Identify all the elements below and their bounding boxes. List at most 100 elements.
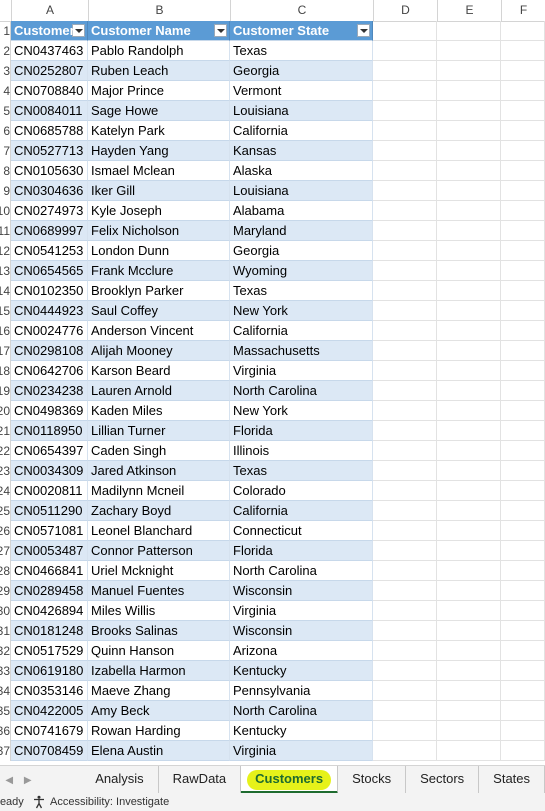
cell[interactable] xyxy=(501,561,545,581)
cell-customer-name[interactable]: Rowan Harding xyxy=(88,721,230,741)
row-number[interactable]: 4 xyxy=(0,81,11,101)
cell-customer-id[interactable]: CN0642706 xyxy=(11,361,88,381)
cell-customer-name[interactable]: Jared Atkinson xyxy=(88,461,230,481)
cell[interactable] xyxy=(373,121,437,141)
cell-customer-state[interactable]: Florida xyxy=(230,421,373,441)
cell-customer-id[interactable]: CN0741679 xyxy=(11,721,88,741)
cell-customer-id[interactable]: CN0571081 xyxy=(11,521,88,541)
cell[interactable] xyxy=(373,561,437,581)
cell[interactable] xyxy=(437,441,501,461)
cell-customer-id[interactable]: CN0353146 xyxy=(11,681,88,701)
cell-customer-id[interactable]: CN0498369 xyxy=(11,401,88,421)
cell-customer-id[interactable]: CN0541253 xyxy=(11,241,88,261)
cell-customer-id[interactable]: CN0444923 xyxy=(11,301,88,321)
cell-customer-state[interactable]: Maryland xyxy=(230,221,373,241)
cell[interactable] xyxy=(437,621,501,641)
row-number[interactable]: 37 xyxy=(0,741,11,761)
cell[interactable] xyxy=(501,621,545,641)
cell[interactable] xyxy=(373,161,437,181)
cell-customer-name[interactable]: Pablo Randolph xyxy=(88,41,230,61)
cell[interactable] xyxy=(437,601,501,621)
cell-customer-state[interactable]: North Carolina xyxy=(230,561,373,581)
cell-customer-name[interactable]: Elena Austin xyxy=(88,741,230,761)
cell-customer-id[interactable]: CN0708840 xyxy=(11,81,88,101)
cell-customer-name[interactable]: Alijah Mooney xyxy=(88,341,230,361)
cell[interactable] xyxy=(373,261,437,281)
cell[interactable] xyxy=(437,641,501,661)
cell[interactable] xyxy=(437,101,501,121)
cell[interactable] xyxy=(437,461,501,481)
cell[interactable] xyxy=(437,21,501,41)
cell-customer-name[interactable]: Hayden Yang xyxy=(88,141,230,161)
row-number[interactable]: 5 xyxy=(0,101,11,121)
cell[interactable] xyxy=(501,721,545,741)
cell[interactable] xyxy=(501,101,545,121)
cell-customer-state[interactable]: California xyxy=(230,501,373,521)
cell-customer-state[interactable]: Wisconsin xyxy=(230,621,373,641)
cell[interactable] xyxy=(501,681,545,701)
row-number[interactable]: 26 xyxy=(0,521,11,541)
cell[interactable] xyxy=(373,541,437,561)
column-header-a[interactable]: A xyxy=(12,0,89,21)
cell[interactable] xyxy=(437,481,501,501)
cell-customer-state[interactable]: North Carolina xyxy=(230,701,373,721)
row-number[interactable]: 9 xyxy=(0,181,11,201)
cell-customer-id[interactable]: CN0708459 xyxy=(11,741,88,761)
cell-customer-name[interactable]: Sage Howe xyxy=(88,101,230,121)
cell[interactable] xyxy=(501,21,545,41)
cell-customer-name[interactable]: Lauren Arnold xyxy=(88,381,230,401)
cell-customer-name[interactable]: Leonel Blanchard xyxy=(88,521,230,541)
cell-customer-state[interactable]: California xyxy=(230,121,373,141)
row-number[interactable]: 6 xyxy=(0,121,11,141)
cell-customer-name[interactable]: London Dunn xyxy=(88,241,230,261)
cell[interactable] xyxy=(501,441,545,461)
cell-customer-name[interactable]: Ruben Leach xyxy=(88,61,230,81)
cell-customer-name[interactable]: Ismael Mclean xyxy=(88,161,230,181)
cell-customer-id[interactable]: CN0234238 xyxy=(11,381,88,401)
cell-customer-id[interactable]: CN0289458 xyxy=(11,581,88,601)
row-number[interactable]: 8 xyxy=(0,161,11,181)
cell[interactable] xyxy=(501,641,545,661)
cell[interactable] xyxy=(501,201,545,221)
row-number[interactable]: 20 xyxy=(0,401,11,421)
cell-customer-state[interactable]: Colorado xyxy=(230,481,373,501)
cell-customer-name[interactable]: Katelyn Park xyxy=(88,121,230,141)
cell[interactable] xyxy=(437,541,501,561)
cell[interactable] xyxy=(373,241,437,261)
row-number[interactable]: 34 xyxy=(0,681,11,701)
cell[interactable] xyxy=(373,641,437,661)
cell[interactable] xyxy=(501,381,545,401)
cell[interactable] xyxy=(373,301,437,321)
cell-customer-state[interactable]: Kansas xyxy=(230,141,373,161)
cell[interactable] xyxy=(437,361,501,381)
cell-customer-state[interactable]: Virginia xyxy=(230,601,373,621)
cell-customer-id[interactable]: CN0422005 xyxy=(11,701,88,721)
worksheet-grid[interactable]: 1 Customer Customer Name Customer State … xyxy=(0,21,545,761)
cell[interactable] xyxy=(501,41,545,61)
cell[interactable] xyxy=(437,341,501,361)
cell-customer-id[interactable]: CN0511290 xyxy=(11,501,88,521)
cell[interactable] xyxy=(501,601,545,621)
cell[interactable] xyxy=(501,421,545,441)
cell[interactable] xyxy=(437,661,501,681)
header-customer-state[interactable]: Customer State xyxy=(230,21,373,41)
cell[interactable] xyxy=(501,141,545,161)
cell-customer-name[interactable]: Maeve Zhang xyxy=(88,681,230,701)
cell[interactable] xyxy=(501,581,545,601)
cell-customer-state[interactable]: Texas xyxy=(230,281,373,301)
cell[interactable] xyxy=(437,261,501,281)
cell-customer-state[interactable]: Louisiana xyxy=(230,181,373,201)
sheet-tab-customers[interactable]: Customers xyxy=(241,766,339,794)
cell-customer-name[interactable]: Lillian Turner xyxy=(88,421,230,441)
cell[interactable] xyxy=(501,261,545,281)
cell[interactable] xyxy=(501,521,545,541)
cell[interactable] xyxy=(501,341,545,361)
cell-customer-id[interactable]: CN0517529 xyxy=(11,641,88,661)
cell[interactable] xyxy=(373,501,437,521)
cell-customer-id[interactable]: CN0020811 xyxy=(11,481,88,501)
cell[interactable] xyxy=(373,481,437,501)
cell-customer-state[interactable]: North Carolina xyxy=(230,381,373,401)
cell[interactable] xyxy=(373,721,437,741)
cell-customer-id[interactable]: CN0252807 xyxy=(11,61,88,81)
cell[interactable] xyxy=(437,501,501,521)
